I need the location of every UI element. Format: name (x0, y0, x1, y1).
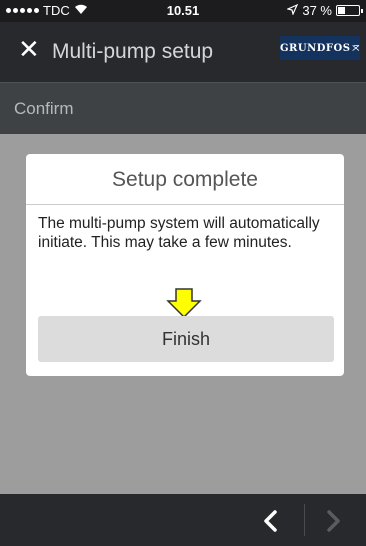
dialog-message: The multi-pump system will automatically… (38, 215, 320, 251)
bottom-nav (0, 494, 366, 546)
status-right: 37 % (286, 3, 363, 18)
grundfos-logo: GRUNDFOS (280, 36, 360, 60)
battery-level-fill (338, 7, 345, 14)
dialog-title: Setup complete (112, 168, 258, 191)
status-bar: TDC 10.51 37 % (0, 0, 366, 22)
setup-complete-dialog: Setup complete The multi-pump system wil… (26, 154, 344, 376)
modal-overlay: Setup complete The multi-pump system wil… (0, 134, 366, 494)
header: ✕ Multi-pump setup GRUNDFOS (0, 22, 366, 82)
battery-percent: 37 % (302, 3, 332, 18)
chevron-right-icon[interactable] (318, 506, 348, 536)
page-title: Multi-pump setup (52, 40, 214, 63)
nav-divider (304, 504, 305, 536)
location-icon (286, 3, 299, 18)
logo-text: GRUNDFOS (280, 42, 351, 54)
arrow-down-icon (166, 288, 202, 319)
close-icon[interactable]: ✕ (18, 34, 40, 65)
chevron-left-icon[interactable] (256, 506, 286, 536)
step-title: Confirm (14, 99, 74, 118)
finish-button[interactable]: Finish (38, 316, 334, 362)
subheader: Confirm (0, 82, 366, 134)
battery-icon (336, 5, 363, 16)
dialog-divider (26, 204, 344, 205)
